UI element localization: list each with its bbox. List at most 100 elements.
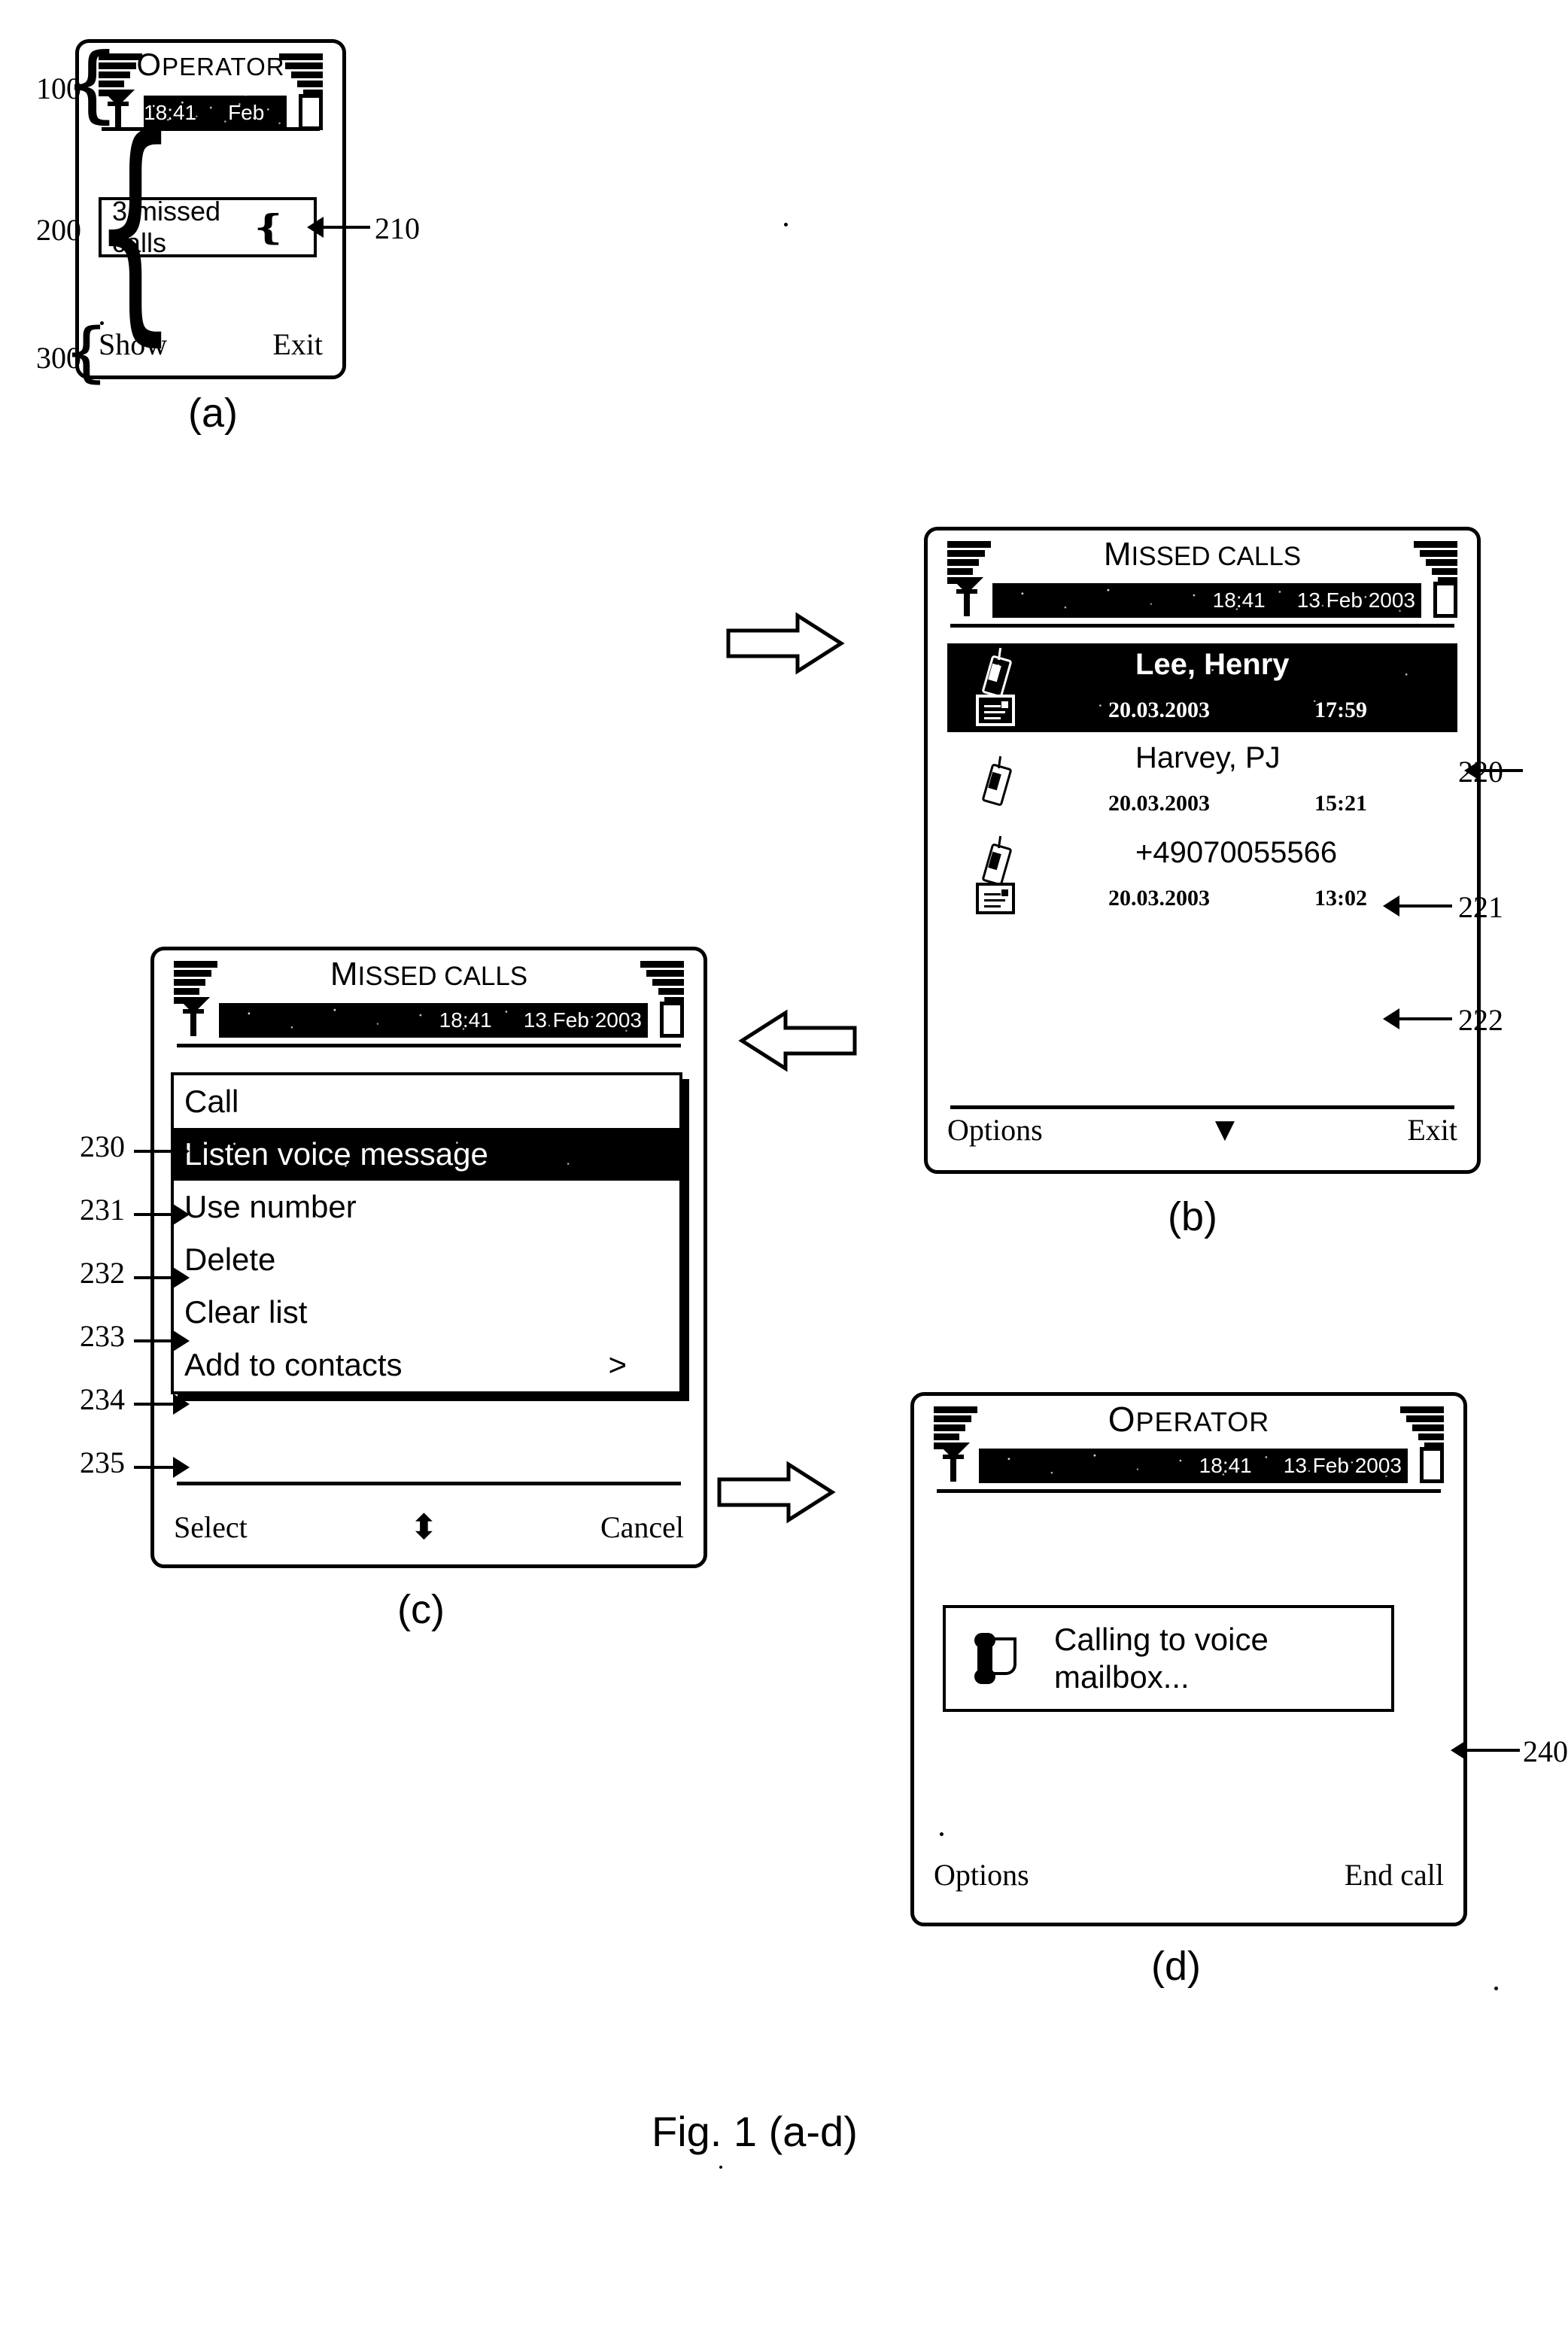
menu-item-label: Clear list bbox=[184, 1294, 308, 1330]
caller-name: Lee, Henry bbox=[1135, 648, 1290, 681]
page-title-b: MISSED CALLS bbox=[1103, 536, 1302, 573]
header-divider-b bbox=[950, 624, 1454, 628]
leader-234 bbox=[134, 1403, 175, 1406]
mobile-phone-icon bbox=[980, 755, 1013, 807]
arrow-232 bbox=[173, 1267, 190, 1288]
menu-item-listen-voice-message[interactable]: Listen voice message bbox=[174, 1128, 679, 1181]
submenu-arrow-icon: > bbox=[608, 1347, 627, 1382]
call-date: 20.03.2003 bbox=[1108, 886, 1210, 911]
status-date: 13 Feb 2003 bbox=[523, 1008, 642, 1032]
softkey-select[interactable]: Select bbox=[174, 1509, 248, 1545]
table-row[interactable]: Harvey, PJ 20.03.2003 15:21 bbox=[947, 737, 1457, 825]
softkey-exit[interactable]: Exit bbox=[272, 327, 323, 362]
softkey-end-call[interactable]: End call bbox=[1345, 1857, 1444, 1892]
softkey-cancel[interactable]: Cancel bbox=[600, 1509, 684, 1545]
caller-name: Harvey, PJ bbox=[1135, 741, 1281, 774]
arrow-230 bbox=[173, 1141, 190, 1162]
ref-221: 221 bbox=[1458, 890, 1503, 924]
battery-icon bbox=[660, 997, 684, 1038]
ref-240: 240 bbox=[1523, 1734, 1568, 1768]
table-row[interactable]: Lee, Henry 20.03.2003 17:59 bbox=[947, 643, 1457, 732]
arrow-222 bbox=[1383, 1008, 1399, 1029]
menu-item-label: Listen voice message bbox=[184, 1136, 488, 1172]
ref-231: 231 bbox=[80, 1193, 125, 1227]
menu-item-label: Add to contacts bbox=[184, 1347, 403, 1382]
phone-screen-d: OPERATOR 18:41 13 Feb 2003 Calling to vo… bbox=[910, 1392, 1467, 1926]
arrow-221 bbox=[1383, 895, 1399, 917]
handset-icon: ❴ bbox=[250, 207, 288, 248]
voice-message-icon bbox=[976, 883, 1015, 914]
ref-232: 232 bbox=[80, 1256, 125, 1290]
table-row[interactable]: +49070055566 20.03.2003 13:02 bbox=[947, 831, 1457, 920]
figure-caption: Fig. 1 (a-d) bbox=[652, 2108, 858, 2155]
status-area-b: MISSED CALLS 18:41 13 Feb 2003 bbox=[928, 531, 1477, 621]
arrow-231 bbox=[173, 1204, 190, 1225]
softkey-options[interactable]: Options bbox=[947, 1112, 1043, 1148]
call-date: 20.03.2003 bbox=[1108, 791, 1210, 816]
page-title-c: MISSED CALLS bbox=[330, 956, 528, 993]
status-area-c: MISSED CALLS 18:41 13 Feb 2003 bbox=[154, 950, 703, 1041]
footer-divider-b bbox=[950, 1105, 1454, 1109]
softkey-row-b: Options ▼ Exit bbox=[947, 1112, 1457, 1148]
figure-label-a: (a) bbox=[188, 391, 238, 436]
arrow-240 bbox=[1451, 1740, 1467, 1761]
status-date: 13 Feb 2003 bbox=[1283, 1454, 1402, 1477]
arrow-233 bbox=[173, 1330, 190, 1351]
arrow-235 bbox=[173, 1457, 190, 1478]
flow-arrow-b-to-c bbox=[737, 1007, 858, 1075]
flow-arrow-a-to-b bbox=[725, 610, 846, 677]
phone-screen-c: MISSED CALLS 18:41 13 Feb 2003 Call List… bbox=[150, 947, 707, 1568]
leader-221 bbox=[1399, 904, 1452, 907]
artifact-speck bbox=[719, 2166, 722, 2169]
status-time: 18:41 bbox=[1212, 588, 1266, 612]
leader-232 bbox=[134, 1276, 175, 1279]
battery-icon bbox=[1420, 1443, 1444, 1483]
menu-item-delete[interactable]: Delete bbox=[174, 1233, 679, 1286]
options-menu: Call Listen voice message Use number Del… bbox=[171, 1072, 682, 1394]
status-bar-c: 18:41 13 Feb 2003 bbox=[219, 1003, 648, 1038]
softkey-options[interactable]: Options bbox=[934, 1857, 1029, 1892]
menu-item-label: Use number bbox=[184, 1189, 357, 1224]
voicemail-icon bbox=[973, 1630, 1021, 1687]
leader-222 bbox=[1399, 1017, 1452, 1020]
flow-arrow-c-to-d bbox=[716, 1458, 837, 1526]
figure-label-c: (c) bbox=[397, 1587, 445, 1632]
leader-231 bbox=[134, 1213, 175, 1216]
calling-note-text: Calling to voice mailbox... bbox=[1054, 1621, 1269, 1695]
chevron-down-icon[interactable]: ▼ bbox=[1215, 1117, 1235, 1142]
status-time: 18:41 bbox=[439, 1008, 492, 1032]
caller-name: +49070055566 bbox=[1135, 836, 1338, 869]
leader-235 bbox=[134, 1466, 175, 1469]
menu-item-call[interactable]: Call bbox=[174, 1075, 679, 1128]
header-divider-c bbox=[177, 1044, 681, 1047]
up-down-arrow-icon[interactable]: ⬍ bbox=[409, 1509, 439, 1544]
menu-item-use-number[interactable]: Use number bbox=[174, 1181, 679, 1233]
ref-235: 235 bbox=[80, 1446, 125, 1479]
call-time: 17:59 bbox=[1314, 698, 1367, 722]
artifact-speck bbox=[940, 1832, 944, 1836]
status-bar-b: 18:41 13 Feb 2003 bbox=[992, 583, 1421, 618]
menu-item-clear-list[interactable]: Clear list bbox=[174, 1286, 679, 1339]
softkey-row-d: Options End call bbox=[934, 1857, 1444, 1892]
battery-icon bbox=[299, 90, 323, 130]
leader-230 bbox=[134, 1150, 175, 1153]
arrow-210 bbox=[307, 217, 324, 238]
calling-note-line2: mailbox... bbox=[1054, 1659, 1190, 1695]
ref-222: 222 bbox=[1458, 1003, 1503, 1037]
menu-item-label: Call bbox=[184, 1084, 239, 1119]
status-area-d: OPERATOR 18:41 13 Feb 2003 bbox=[914, 1396, 1463, 1486]
ref-230: 230 bbox=[80, 1129, 125, 1163]
calling-note-line1: Calling to voice bbox=[1054, 1622, 1269, 1658]
softkey-exit[interactable]: Exit bbox=[1407, 1112, 1457, 1148]
leader-233 bbox=[134, 1339, 175, 1342]
footer-divider-c bbox=[177, 1482, 681, 1485]
ref-200: 200 bbox=[36, 213, 81, 247]
voice-message-icon bbox=[976, 695, 1015, 726]
mobile-phone-icon bbox=[980, 647, 1013, 698]
header-divider-d bbox=[937, 1489, 1441, 1493]
artifact-speck bbox=[1494, 1987, 1498, 1990]
leader-210 bbox=[324, 226, 370, 229]
status-date: 13 Feb 2003 bbox=[228, 77, 275, 148]
menu-item-add-to-contacts[interactable]: Add to contacts > bbox=[174, 1339, 679, 1391]
ref-233: 233 bbox=[80, 1319, 125, 1353]
